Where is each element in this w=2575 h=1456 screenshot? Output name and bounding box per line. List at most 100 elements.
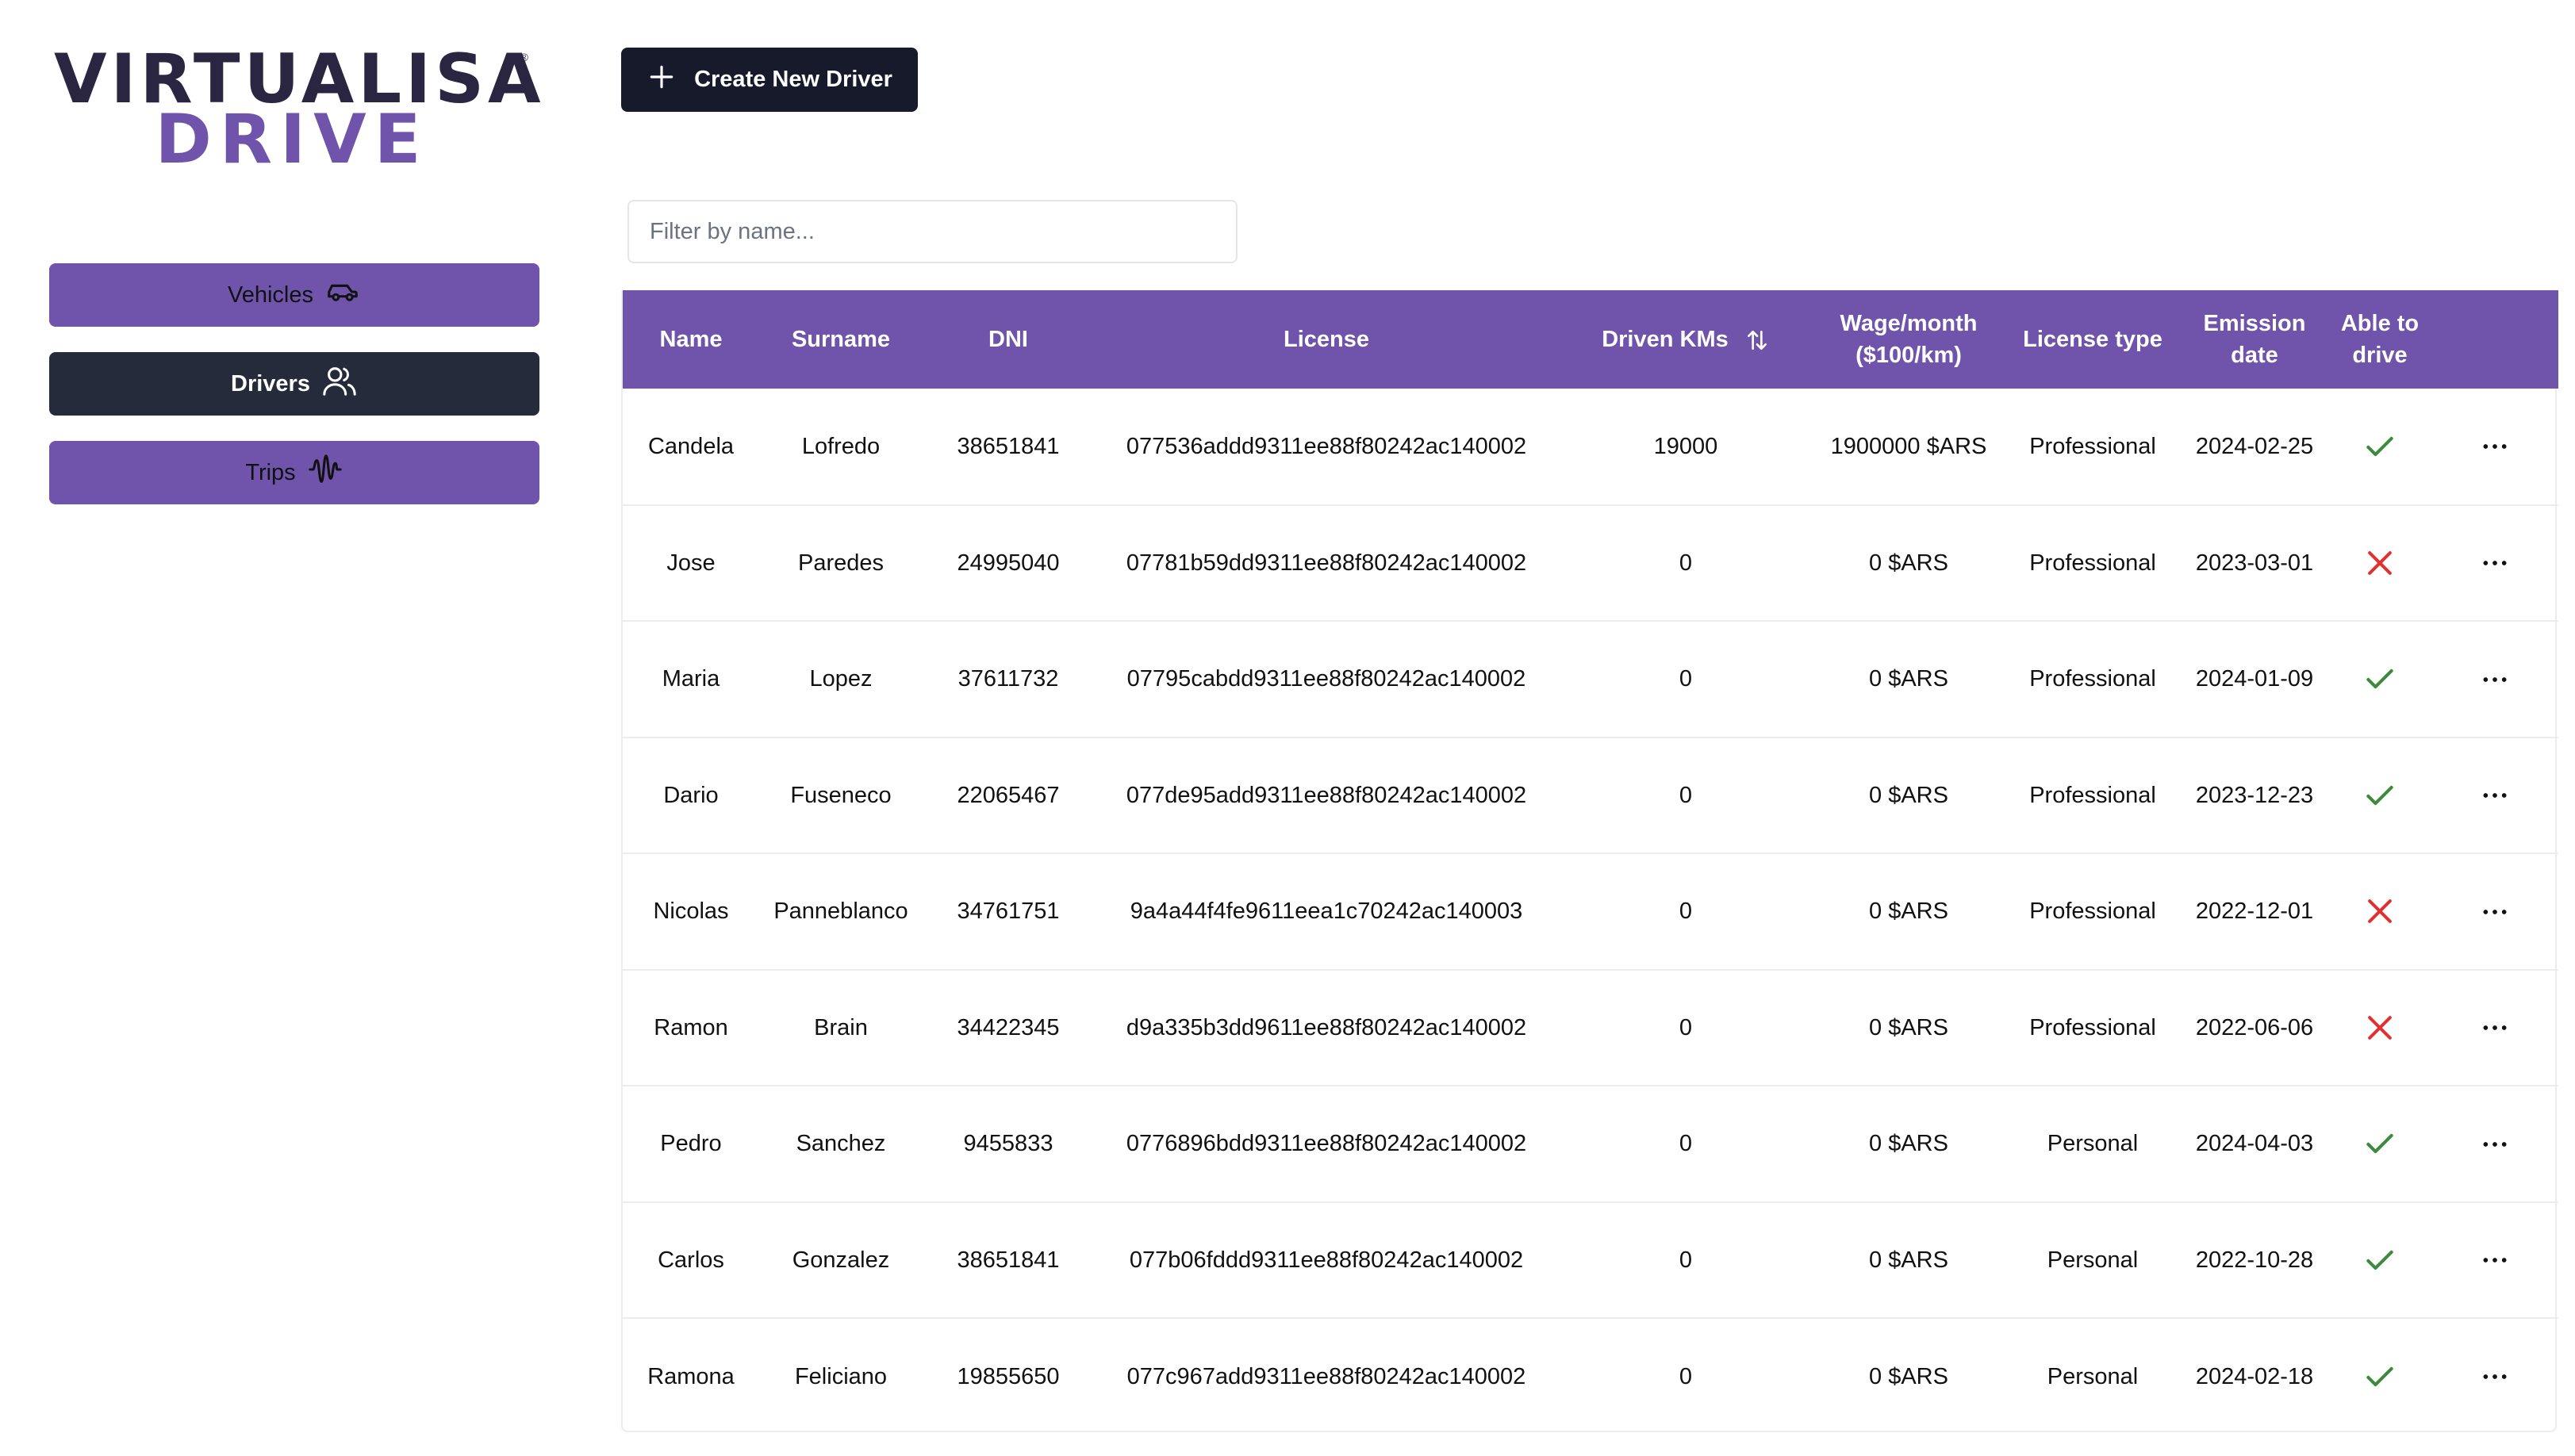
table-row[interactable]: Pedro Sanchez 9455833 0776896bdd9311ee88f80… <box>623 1086 2558 1202</box>
cell-emission-date: 2023-03-01 <box>2195 550 2314 576</box>
cell-surname: Feliciano <box>794 1363 888 1389</box>
cell-name: Maria <box>662 666 720 692</box>
table-row[interactable]: Ramon Brain 34422345 d9a335b3dd9611ee88f802… <box>623 970 2558 1086</box>
more-options-icon[interactable] <box>2479 546 2511 579</box>
cell-license: 077536addd9311ee88f80242ac140002 <box>1126 433 1527 459</box>
column-header-surname[interactable]: Surname <box>759 290 923 389</box>
cell-emission-date: 2024-04-03 <box>2195 1131 2314 1157</box>
cell-dni: 24995040 <box>957 550 1060 576</box>
cell-license: 077de95add9311ee88f80242ac140002 <box>1126 782 1527 808</box>
cross-icon <box>2362 1013 2397 1040</box>
cell-dni: 22065467 <box>957 782 1060 808</box>
cell-driven-kms: 0 <box>1679 666 1693 692</box>
table-row[interactable]: Dario Fuseneco 22065467 077de95add9311ee88f… <box>623 738 2558 854</box>
cell-actions <box>2431 970 2558 1086</box>
check-icon <box>2362 1130 2397 1155</box>
registered-mark: ® <box>520 51 528 63</box>
cell-actions <box>2431 505 2558 622</box>
cell-able-to-drive <box>2328 970 2431 1086</box>
sidebar-item-label: Drivers <box>231 370 310 397</box>
cell-wage: 0 $ARS <box>1869 550 1948 576</box>
cell-license: 07795cabdd9311ee88f80242ac140002 <box>1126 666 1526 692</box>
column-header-name[interactable]: Name <box>623 290 759 389</box>
table-row[interactable]: Maria Lopez 37611732 07795cabdd9311ee88f802… <box>623 621 2558 738</box>
cell-driven-kms: 0 <box>1679 550 1693 576</box>
cell-dni: 38651841 <box>957 1247 1060 1273</box>
table-row[interactable]: Candela Lofredo 38651841 077536addd9311ee88… <box>623 389 2558 505</box>
cell-emission-date: 2022-12-01 <box>2195 899 2314 925</box>
sort-arrows-icon[interactable] <box>1744 328 1770 353</box>
cell-able-to-drive <box>2328 1086 2431 1202</box>
cell-emission-date: 2022-10-28 <box>2195 1247 2314 1273</box>
cell-dni: 19855650 <box>957 1363 1060 1389</box>
cell-emission-date: 2024-02-25 <box>2195 433 2314 459</box>
cell-actions <box>2431 389 2558 505</box>
cell-wage: 0 $ARS <box>1869 666 1948 692</box>
column-header-license[interactable]: License <box>1094 290 1559 389</box>
sidebar-item-vehicles[interactable]: Vehicles <box>49 263 539 327</box>
column-header-wage[interactable]: Wage/month ($100/km) <box>1813 290 2005 389</box>
check-icon <box>2362 1246 2397 1271</box>
more-options-icon[interactable] <box>2479 1360 2511 1393</box>
create-new-driver-label: Create New Driver <box>694 67 892 92</box>
column-header-dni[interactable]: DNI <box>923 290 1094 389</box>
cell-emission-date: 2022-06-06 <box>2195 1014 2314 1040</box>
table-body: Candela Lofredo 38651841 077536addd9311ee88… <box>623 389 2558 1435</box>
cell-license: 9a4a44f4fe9611eea1c70242ac140003 <box>1130 899 1523 925</box>
cell-name: Ramon <box>654 1014 728 1040</box>
cell-license-type: Professional <box>2029 433 2156 459</box>
cell-wage: 0 $ARS <box>1869 1131 1948 1157</box>
cell-actions <box>2431 1086 2558 1202</box>
column-header-emission-date[interactable]: Emission date <box>2181 290 2328 389</box>
more-options-icon[interactable] <box>2479 663 2511 695</box>
more-options-icon[interactable] <box>2479 1243 2511 1276</box>
car-icon <box>324 274 361 316</box>
cell-actions <box>2431 1318 2558 1435</box>
table-row[interactable]: Carlos Gonzalez 38651841 077b06fddd9311ee88… <box>623 1202 2558 1319</box>
cell-actions <box>2431 621 2558 738</box>
cell-able-to-drive <box>2328 505 2431 622</box>
more-options-icon[interactable] <box>2479 1011 2511 1044</box>
cell-driven-kms: 0 <box>1679 782 1693 808</box>
cell-surname: Paredes <box>797 550 884 576</box>
cell-surname: Lofredo <box>801 433 881 459</box>
cell-actions <box>2431 738 2558 854</box>
cell-emission-date: 2024-01-09 <box>2195 666 2314 692</box>
column-header-driven-kms[interactable]: Driven KMs <box>1559 290 1813 389</box>
cell-emission-date: 2024-02-18 <box>2195 1363 2314 1389</box>
cell-able-to-drive <box>2328 1202 2431 1319</box>
more-options-icon[interactable] <box>2479 430 2511 462</box>
check-icon <box>2362 432 2397 458</box>
table-row[interactable]: Jose Paredes 24995040 07781b59dd9311ee88f80… <box>623 505 2558 622</box>
cell-driven-kms: 0 <box>1679 899 1693 925</box>
sidebar-item-label: Trips <box>245 459 296 485</box>
cell-license: 0776896bdd9311ee88f80242ac140002 <box>1126 1131 1527 1157</box>
cell-wage: 1900000 $ARS <box>1830 433 1987 459</box>
cell-license: d9a335b3dd9611ee88f80242ac140002 <box>1126 1014 1527 1040</box>
cell-name: Pedro <box>660 1131 722 1157</box>
cell-name: Candela <box>647 433 735 459</box>
cell-name: Jose <box>666 550 716 576</box>
more-options-icon[interactable] <box>2479 1128 2511 1160</box>
users-icon <box>321 362 358 405</box>
create-new-driver-button[interactable]: Create New Driver <box>621 48 918 112</box>
cell-license-type: Professional <box>2029 782 2156 808</box>
waveform-icon <box>307 451 343 494</box>
column-header-license-type[interactable]: License type <box>2005 290 2181 389</box>
cell-license: 07781b59dd9311ee88f80242ac140002 <box>1126 550 1527 576</box>
sidebar-item-drivers[interactable]: Drivers <box>49 352 539 416</box>
more-options-icon[interactable] <box>2479 779 2511 811</box>
more-options-icon[interactable] <box>2479 895 2511 928</box>
sidebar-item-trips[interactable]: Trips <box>49 441 539 504</box>
cell-wage: 0 $ARS <box>1869 1247 1948 1273</box>
cell-dni: 37611732 <box>957 666 1059 692</box>
cell-driven-kms: 0 <box>1679 1247 1693 1273</box>
cell-actions <box>2431 853 2558 970</box>
check-icon <box>2362 1362 2397 1388</box>
cell-license-type: Professional <box>2029 1014 2156 1040</box>
table-row[interactable]: Ramona Feliciano 19855650 077c967add9311ee8… <box>623 1318 2558 1435</box>
filter-by-name-input[interactable] <box>627 200 1238 263</box>
column-header-able-to-drive[interactable]: Able to drive <box>2328 290 2431 389</box>
table-row[interactable]: Nicolas Panneblanco 34761751 9a4a44f4fe9611… <box>623 853 2558 970</box>
cell-surname: Panneblanco <box>773 899 908 925</box>
